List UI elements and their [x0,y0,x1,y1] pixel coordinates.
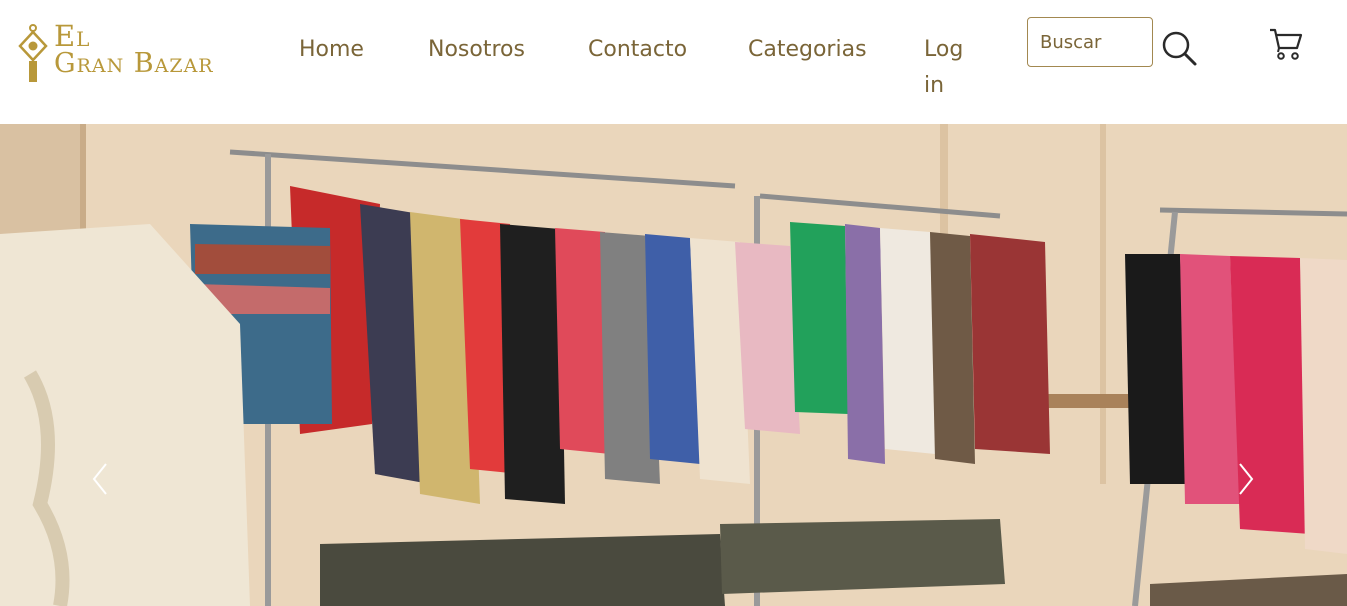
search-input[interactable] [1027,17,1153,67]
search-button[interactable] [1160,28,1198,68]
nav-categorias[interactable]: Categorias [748,32,867,68]
cart-button[interactable] [1268,26,1304,62]
nav-login-line-2: in [924,73,945,98]
brand-line-1: El [54,19,91,53]
brand-line-2: Gran Bazar [54,48,214,79]
nav-login-line-1: Log [924,37,964,62]
logo-emblem-icon [18,24,48,82]
cart-icon [1270,28,1303,60]
carousel-next-button[interactable] [1226,454,1266,504]
site-header: El Gran Bazar Home Nosotros Contacto Cat… [0,0,1347,124]
brand-name: El Gran Bazar [54,22,214,78]
brand-logo[interactable]: El Gran Bazar [18,22,243,86]
nav-login[interactable]: Log in [924,32,963,104]
chevron-right-icon [1239,463,1254,495]
carousel-prev-button[interactable] [80,454,120,504]
search-icon [1162,31,1197,66]
hero-carousel [0,124,1347,606]
nav-nosotros[interactable]: Nosotros [428,32,525,68]
chevron-left-icon [92,463,107,495]
hero-clothing-rack-image [0,124,1347,606]
nav-contacto[interactable]: Contacto [588,32,687,68]
nav-home[interactable]: Home [299,32,364,68]
